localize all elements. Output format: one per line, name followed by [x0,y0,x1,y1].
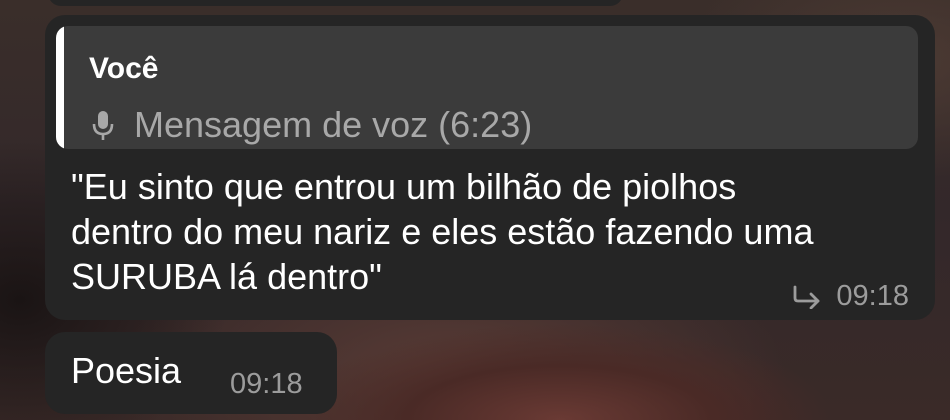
message-time-2: 09:18 [230,368,303,400]
previous-message-bubble[interactable] [48,0,623,6]
forward-arrow-icon [792,283,822,310]
message-bubble[interactable]: Você Mensagem de voz (6:23) "Eu sinto qu… [45,15,935,320]
reply-author: Você [89,52,159,85]
reply-snippet-text: Mensagem de voz (6:23) [134,104,533,145]
message-text: "Eu sinto que entrou um bilhão de piolho… [71,166,814,297]
message-meta-2: 09:18 [230,367,303,401]
reply-quote-bar [56,26,64,149]
message-bubble-2[interactable]: Poesia 09:18 [45,332,337,414]
reply-snippet: Mensagem de voz (6:23) [92,104,532,146]
message-time: 09:18 [836,280,909,312]
message-text-2: Poesia [71,350,182,391]
reply-quote[interactable]: Você Mensagem de voz (6:23) [56,26,918,149]
microphone-icon [92,109,114,141]
message-meta: 09:18 [792,279,909,313]
